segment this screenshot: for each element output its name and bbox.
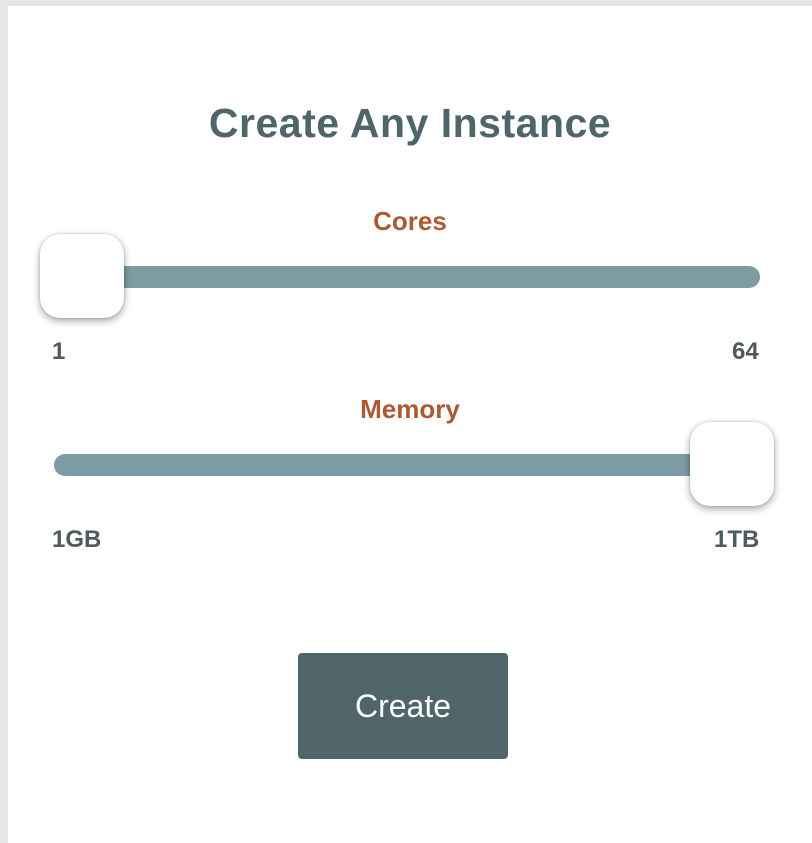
memory-max-label: 1TB xyxy=(714,526,760,553)
memory-label: Memory xyxy=(360,394,460,424)
memory-slider-thumb[interactable] xyxy=(690,422,774,506)
cores-slider-thumb[interactable] xyxy=(40,234,124,318)
create-button[interactable]: Create xyxy=(298,653,508,759)
cores-label: Cores xyxy=(373,206,447,236)
page-title: Create Any Instance xyxy=(208,100,612,146)
memory-min-label: 1GB xyxy=(52,526,102,553)
create-instance-panel: Create Any Instance Cores 1 64 Memory 1G… xyxy=(8,6,812,843)
cores-max-label: 64 xyxy=(732,338,759,365)
cores-slider-track[interactable] xyxy=(52,266,760,288)
cores-min-label: 1 xyxy=(52,338,66,365)
memory-slider-track[interactable] xyxy=(54,454,760,476)
